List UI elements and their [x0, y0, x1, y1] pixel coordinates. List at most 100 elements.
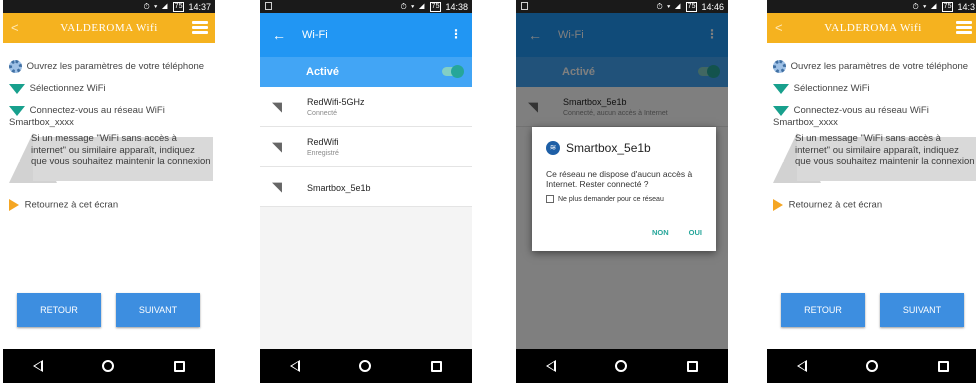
nav-recent-icon[interactable]	[687, 360, 699, 372]
back-icon[interactable]: <	[11, 20, 19, 35]
dialog-message: Ce réseau ne dispose d'aucun accès à Int…	[546, 169, 693, 189]
wifi-lock-signal-icon: ◥	[272, 99, 282, 114]
nav-back-icon[interactable]	[32, 360, 43, 372]
status-icons: ⏱ ▾ ◢	[143, 1, 169, 11]
step-connect: Connectez-vous au réseau WiFi Smartbox_x…	[9, 105, 213, 129]
action-buttons: RETOUR SUIVANT	[781, 293, 964, 327]
step-text: Connectez-vous au réseau WiFi Smartbox_x…	[773, 105, 929, 129]
suivant-button[interactable]: SUIVANT	[880, 293, 964, 327]
step-text: Ouvrez les paramètres de votre téléphone	[790, 61, 969, 73]
wifi-toggle-switch[interactable]	[442, 65, 464, 78]
gear-icon	[9, 60, 22, 73]
network-status: Connecté	[307, 110, 337, 117]
notification-icon	[265, 2, 272, 10]
oui-button[interactable]: OUI	[689, 228, 702, 237]
arrow-icon	[9, 199, 19, 212]
battery-icon: 75	[429, 1, 442, 12]
toggle-label: Activé	[306, 66, 340, 78]
battery-icon: 75	[172, 1, 185, 12]
wifi-icon	[773, 83, 789, 94]
phone-screen-3: ⏱ ▾ ◢ 75 14:46 ← Wi-Fi ⋮ Activé ◥ Smartb…	[516, 0, 728, 383]
wifi-toggle-row[interactable]: Activé	[260, 57, 472, 87]
dialog-title: ≋ Smartbox_5e1b	[546, 141, 651, 155]
arrow-icon	[773, 199, 783, 212]
notification-icon	[521, 2, 528, 10]
step-return: Retournez à cet écran	[773, 199, 976, 212]
step-return: Retournez à cet écran	[9, 199, 213, 212]
nav-recent-icon[interactable]	[174, 360, 186, 372]
android-nav-bar	[767, 349, 976, 383]
checkbox-icon[interactable]	[546, 195, 554, 203]
status-icons: ⏱ ▾ ◢	[912, 1, 938, 11]
non-button[interactable]: NON	[652, 228, 669, 237]
step-text: Si un message "WiFi sans accès à interne…	[31, 133, 211, 168]
wifi-toolbar: ← Wi-Fi ⋮	[260, 13, 472, 57]
wifi-title: Wi-Fi	[302, 29, 328, 41]
no-internet-dialog: ≋ Smartbox_5e1b Ce réseau ne dispose d'a…	[532, 127, 716, 251]
wifi-signal-icon: ◥	[272, 179, 282, 194]
battery-icon: 75	[685, 1, 698, 12]
network-item[interactable]: ◥ RedWifi Enregistré	[260, 127, 472, 167]
more-options-icon[interactable]: ⋮	[450, 27, 462, 41]
network-item[interactable]: ◥ RedWifi-5GHz Connecté	[260, 87, 472, 127]
nav-back-icon[interactable]	[796, 360, 807, 372]
retour-button[interactable]: RETOUR	[17, 293, 101, 327]
step-text: Sélectionnez WiFi	[793, 83, 870, 95]
step-warning: ! Si un message "WiFi sans accès à inter…	[9, 133, 213, 189]
nav-back-icon[interactable]	[545, 360, 556, 372]
wifi-icon	[9, 105, 25, 116]
network-status: Enregistré	[307, 150, 339, 157]
phone-screen-4: ⏱ ▾ ◢ 75 14:3 < VALDEROMA Wifi Ouvrez le…	[767, 0, 976, 383]
step-open-settings: Ouvrez les paramètres de votre téléphone	[9, 60, 213, 73]
step-text: Connectez-vous au réseau WiFi Smartbox_x…	[9, 105, 165, 129]
hamburger-menu-icon[interactable]	[192, 21, 208, 34]
status-bar: ⏱ ▾ ◢ 75 14:46	[516, 0, 728, 13]
status-bar: ⏱ ▾ ◢ 75 14:37	[3, 0, 215, 13]
step-select-wifi: Sélectionnez WiFi	[773, 83, 976, 95]
android-nav-bar	[516, 349, 728, 383]
step-text: Sélectionnez WiFi	[29, 83, 106, 95]
warning-icon: !	[14, 142, 22, 168]
back-arrow-icon[interactable]: ←	[272, 27, 286, 43]
wifi-lock-signal-icon: ◥	[272, 139, 282, 154]
suivant-button[interactable]: SUIVANT	[116, 293, 200, 327]
status-icons: ⏱ ▾ ◢	[656, 1, 682, 11]
warning-icon: !	[778, 142, 786, 168]
step-text: Si un message "WiFi sans accès à interne…	[795, 133, 975, 168]
status-bar: ⏱ ▾ ◢ 75 14:3	[767, 0, 976, 13]
android-nav-bar	[260, 349, 472, 383]
clock: 14:38	[445, 1, 468, 12]
retour-button[interactable]: RETOUR	[781, 293, 865, 327]
app-header: < VALDEROMA Wifi	[3, 13, 215, 43]
nav-home-icon[interactable]	[866, 360, 879, 372]
instruction-steps: Ouvrez les paramètres de votre téléphone…	[9, 60, 213, 222]
step-connect: Connectez-vous au réseau WiFi Smartbox_x…	[773, 105, 976, 129]
step-text: Retournez à cet écran	[788, 199, 883, 211]
nav-recent-icon[interactable]	[938, 360, 950, 372]
clock: 14:37	[188, 1, 211, 12]
action-buttons: RETOUR SUIVANT	[17, 293, 200, 327]
nav-recent-icon[interactable]	[431, 360, 443, 372]
status-bar: ⏱ ▾ ◢ 75 14:38	[260, 0, 472, 13]
step-text: Retournez à cet écran	[24, 199, 119, 211]
hamburger-menu-icon[interactable]	[956, 21, 972, 34]
dont-ask-checkbox[interactable]: Ne plus demander pour ce réseau	[546, 195, 664, 203]
app-title: VALDEROMA Wifi	[824, 22, 922, 34]
nav-home-icon[interactable]	[102, 360, 115, 372]
app-title: VALDEROMA Wifi	[60, 22, 158, 34]
wifi-icon	[9, 83, 25, 94]
step-open-settings: Ouvrez les paramètres de votre téléphone	[773, 60, 976, 73]
instruction-steps: Ouvrez les paramètres de votre téléphone…	[773, 60, 976, 222]
status-icons: ⏱ ▾ ◢	[400, 1, 426, 11]
battery-icon: 75	[941, 1, 954, 12]
back-icon[interactable]: <	[775, 20, 783, 35]
checkbox-label: Ne plus demander pour ce réseau	[558, 195, 664, 203]
phone-screen-2: ⏱ ▾ ◢ 75 14:38 ← Wi-Fi ⋮ Activé ◥ RedWif…	[260, 0, 472, 383]
network-list: ◥ RedWifi-5GHz Connecté ◥ RedWifi Enregi…	[260, 87, 472, 207]
android-nav-bar	[3, 349, 215, 383]
network-item[interactable]: ◥ Smartbox_5e1b	[260, 167, 472, 207]
nav-home-icon[interactable]	[615, 360, 628, 372]
nav-back-icon[interactable]	[289, 360, 300, 372]
dialog-buttons: NON OUI	[652, 228, 702, 237]
nav-home-icon[interactable]	[359, 360, 372, 372]
